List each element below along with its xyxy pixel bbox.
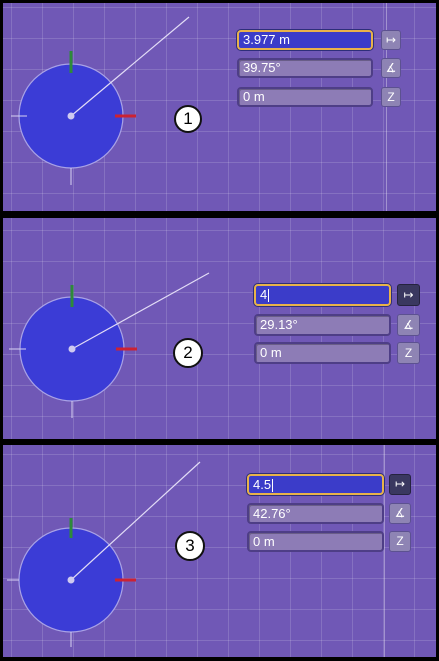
distance-value: 3.977 m (243, 32, 290, 47)
z-value: 0 m (253, 534, 275, 549)
z-value: 0 m (260, 345, 282, 360)
z-icon: Z (404, 346, 413, 360)
angle-lock-button[interactable]: ∡ (397, 314, 420, 336)
distance-lock-button[interactable]: ↦ (389, 474, 411, 495)
angle-value: 39.75° (243, 60, 281, 75)
text-caret (268, 289, 270, 303)
distance-input[interactable]: 3.977 m (237, 30, 373, 50)
z-lock-button[interactable]: Z (381, 87, 401, 107)
angle-lock-button[interactable]: ∡ (381, 58, 401, 78)
z-icon: Z (396, 534, 404, 548)
center-point (67, 112, 75, 120)
step-number-badge: 2 (173, 338, 203, 368)
angle-value: 42.76° (253, 506, 291, 521)
z-input[interactable]: 0 m (247, 531, 384, 552)
viewport-panel-2[interactable]: 4 ↦ 29.13° ∡ 0 m Z 2 (3, 218, 436, 439)
center-point (67, 576, 75, 584)
distance-value: 4 (260, 287, 268, 302)
angle-icon: ∡ (385, 61, 397, 75)
distance-lock-button[interactable]: ↦ (397, 284, 420, 306)
radius-line (70, 461, 201, 581)
z-value: 0 m (243, 89, 265, 104)
angle-input[interactable]: 29.13° (254, 314, 391, 336)
distance-icon: ↦ (403, 288, 414, 302)
z-lock-button[interactable]: Z (397, 342, 420, 364)
angle-value: 29.13° (260, 317, 298, 332)
distance-lock-button[interactable]: ↦ (381, 30, 401, 50)
text-caret (272, 479, 274, 493)
distance-input[interactable]: 4.5 (247, 474, 384, 495)
z-input[interactable]: 0 m (254, 342, 391, 364)
angle-icon: ∡ (394, 506, 406, 520)
z-lock-button[interactable]: Z (389, 531, 411, 552)
viewport-panel-1[interactable]: 3.977 m ↦ 39.75° ∡ 0 m Z 1 (3, 3, 436, 211)
distance-icon: ↦ (394, 477, 406, 491)
viewport-panel-3[interactable]: 4.5 ↦ 42.76° ∡ 0 m Z 3 (3, 445, 436, 657)
angle-input[interactable]: 39.75° (237, 58, 373, 78)
angle-input[interactable]: 42.76° (247, 503, 384, 524)
z-icon: Z (387, 90, 395, 104)
step-number-badge: 3 (175, 531, 205, 561)
distance-input[interactable]: 4 (254, 284, 391, 306)
angle-icon: ∡ (403, 318, 414, 332)
distance-value: 4.5 (253, 477, 272, 492)
z-input[interactable]: 0 m (237, 87, 373, 107)
step-number-badge: 1 (174, 105, 202, 133)
angle-lock-button[interactable]: ∡ (389, 503, 411, 524)
center-point (68, 345, 76, 353)
distance-icon: ↦ (385, 33, 397, 47)
